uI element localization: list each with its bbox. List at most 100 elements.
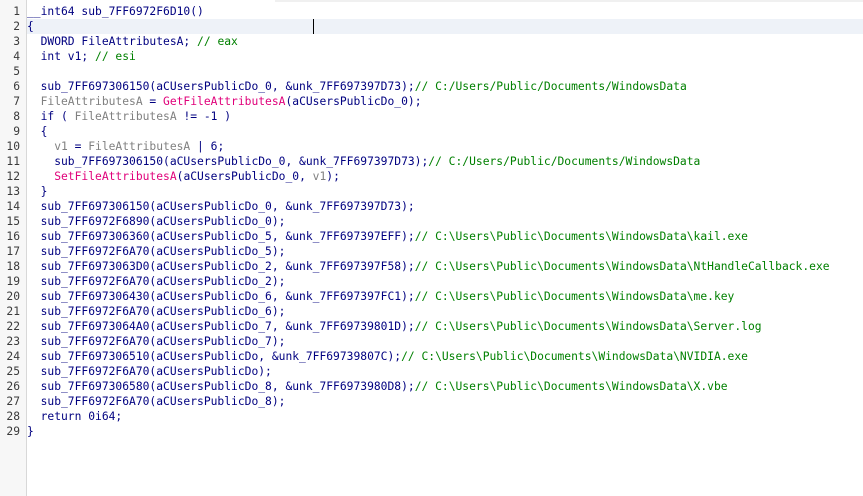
code-comment[interactable]: // C:\Users\Public\Documents\WindowsData… [415,290,735,303]
code-token[interactable]: != -1 ) [177,110,231,123]
code-token[interactable]: ); [326,170,340,183]
code-token[interactable]: } [27,185,48,198]
code-token[interactable]: return 0i64; [27,410,123,423]
code-function[interactable]: SetFileAttributesA [27,170,176,183]
code-line[interactable]: 11 sub_7FF697306150(aCUsersPublicDo_0, &… [0,154,863,169]
code-token[interactable]: sub_7FF697306430(aCUsersPublicDo_6, &unk… [27,290,415,303]
code-line[interactable]: 12 SetFileAttributesA(aCUsersPublicDo_0,… [0,169,863,184]
code-text[interactable]: FileAttributesA = GetFileAttributesA(aCU… [27,94,422,109]
code-line[interactable]: 22 sub_7FF6973064A0(aCUsersPublicDo_7, &… [0,319,863,334]
code-text[interactable]: sub_7FF697306150(aCUsersPublicDo_0, &unk… [27,199,415,214]
code-text[interactable]: sub_7FF697306430(aCUsersPublicDo_6, &unk… [27,289,735,304]
code-token[interactable]: sub_7FF6972F6A70(aCUsersPublicDo); [27,365,272,378]
code-line[interactable]: 15 sub_7FF6972F6890(aCUsersPublicDo_0); [0,214,863,229]
code-token[interactable]: sub_7FF697306510(aCUsersPublicDo, &unk_7… [27,350,401,363]
code-line[interactable]: 29} [0,424,863,439]
code-text[interactable]: sub_7FF697306150(aCUsersPublicDo_0, &unk… [27,154,700,169]
code-line[interactable]: 23 sub_7FF6972F6A70(aCUsersPublicDo_7); [0,334,863,349]
code-text[interactable]: sub_7FF697306510(aCUsersPublicDo, &unk_7… [27,349,748,364]
code-text[interactable]: SetFileAttributesA(aCUsersPublicDo_0, v1… [27,169,340,184]
code-token[interactable]: { [27,20,34,33]
code-line[interactable]: 28 return 0i64; [0,409,863,424]
code-line[interactable]: 16 sub_7FF697306360(aCUsersPublicDo_5, &… [0,229,863,244]
code-text[interactable]: int v1; // esi [27,49,136,64]
code-comment[interactable]: // C:\Users\Public\Documents\WindowsData… [415,260,830,273]
code-line[interactable]: 8 if ( FileAttributesA != -1 ) [0,109,863,124]
code-text[interactable]: sub_7FF6972F6A70(aCUsersPublicDo_2); [27,274,286,289]
code-text[interactable]: DWORD FileAttributesA; // eax [27,34,238,49]
code-line[interactable]: 18 sub_7FF6973063D0(aCUsersPublicDo_2, &… [0,259,863,274]
pseudocode-editor[interactable]: 1 __int64 sub_7FF6972F6D10() 2{3 DWORD Fil… [0,0,863,496]
code-text[interactable]: { [27,19,863,34]
code-token[interactable]: DWORD FileAttributesA; [27,35,197,48]
code-token[interactable]: = [143,95,163,108]
code-line[interactable]: 9 { [0,124,863,139]
code-token[interactable]: sub_7FF6973064A0(aCUsersPublicDo_7, &unk… [27,320,415,333]
code-token[interactable]: sub_7FF6972F6A70(aCUsersPublicDo_8); [27,395,286,408]
code-text[interactable]: v1 = FileAttributesA | 6; [27,139,224,154]
code-line[interactable]: 17 sub_7FF6972F6A70(aCUsersPublicDo_5); [0,244,863,259]
code-token[interactable]: sub_7FF697306580(aCUsersPublicDo_8, &unk… [27,380,415,393]
code-token[interactable]: int v1; [27,50,95,63]
code-line[interactable]: 5 [0,64,863,79]
code-text[interactable]: sub_7FF6972F6A70(aCUsersPublicDo_6); [27,304,286,319]
code-line[interactable]: 7 FileAttributesA = GetFileAttributesA(a… [0,94,863,109]
code-line[interactable]: 20 sub_7FF697306430(aCUsersPublicDo_6, &… [0,289,863,304]
code-line[interactable]: 10 v1 = FileAttributesA | 6; [0,139,863,154]
code-token[interactable]: sub_7FF6973063D0(aCUsersPublicDo_2, &unk… [27,260,415,273]
code-comment[interactable]: // eax [197,35,238,48]
code-text[interactable]: if ( FileAttributesA != -1 ) [27,109,231,124]
code-text[interactable]: } [27,424,34,439]
code-token[interactable]: sub_7FF697306150(aCUsersPublicDo_0, &unk… [27,200,415,213]
code-text[interactable]: return 0i64; [27,409,123,424]
code-variable[interactable]: v1 [27,140,68,153]
code-text[interactable]: sub_7FF697306360(aCUsersPublicDo_5, &unk… [27,229,748,244]
code-text[interactable]: { [27,124,48,139]
code-text[interactable]: sub_7FF697306150(aCUsersPublicDo_0, &unk… [27,79,687,94]
code-line[interactable]: 27 sub_7FF6972F6A70(aCUsersPublicDo_8); [0,394,863,409]
code-token[interactable]: (aCUsersPublicDo_0, [177,170,313,183]
code-token[interactable]: sub_7FF697306150(aCUsersPublicDo_0, &unk… [27,80,415,93]
code-comment[interactable]: // C:\Users\Public\Documents\WindowsData… [401,350,748,363]
code-token[interactable]: if ( [27,110,75,123]
code-line[interactable]: 4 int v1; // esi [0,49,863,64]
code-token[interactable]: { [27,125,48,138]
code-token[interactable]: sub_7FF6972F6890(aCUsersPublicDo_0); [27,215,286,228]
code-comment[interactable]: // C:\Users\Public\Documents\WindowsData… [415,320,762,333]
code-line[interactable]: 6 sub_7FF697306150(aCUsersPublicDo_0, &u… [0,79,863,94]
code-line[interactable]: 19 sub_7FF6972F6A70(aCUsersPublicDo_2); [0,274,863,289]
code-comment[interactable]: // esi [95,50,136,63]
code-text[interactable]: sub_7FF6972F6A70(aCUsersPublicDo_8); [27,394,286,409]
code-text[interactable]: sub_7FF6972F6A70(aCUsersPublicDo); [27,364,272,379]
code-token[interactable]: sub_7FF6972F6A70(aCUsersPublicDo_7); [27,335,286,348]
code-text[interactable]: __int64 sub_7FF6972F6D10() [27,4,204,19]
code-token[interactable]: sub_7FF6972F6A70(aCUsersPublicDo_2); [27,275,286,288]
code-line[interactable]: 26 sub_7FF697306580(aCUsersPublicDo_8, &… [0,379,863,394]
code-variable[interactable]: FileAttributesA [75,110,177,123]
code-text[interactable]: sub_7FF6972F6890(aCUsersPublicDo_0); [27,214,286,229]
code-variable[interactable]: FileAttributesA [88,140,190,153]
code-comment[interactable]: // C:\Users\Public\Documents\WindowsData… [415,230,748,243]
code-comment[interactable]: // C:/Users/Public/Documents/WindowsData [415,80,687,93]
code-text[interactable]: } [27,184,48,199]
code-token[interactable]: | 6; [190,140,224,153]
code-line[interactable]: 13 } [0,184,863,199]
code-line[interactable]: 14 sub_7FF697306150(aCUsersPublicDo_0, &… [0,199,863,214]
code-line[interactable]: 25 sub_7FF6972F6A70(aCUsersPublicDo); [0,364,863,379]
code-comment[interactable]: // C:\Users\Public\Documents\WindowsData… [415,380,728,393]
code-text[interactable]: sub_7FF6973063D0(aCUsersPublicDo_2, &unk… [27,259,830,274]
code-token[interactable]: sub_7FF697306150(aCUsersPublicDo_0, &unk… [27,155,428,168]
code-variable[interactable]: v1 [313,170,327,183]
code-token[interactable]: sub_7FF6972F6A70(aCUsersPublicDo_6); [27,305,286,318]
code-comment[interactable]: // C:/Users/Public/Documents/WindowsData [428,155,700,168]
code-function[interactable]: GetFileAttributesA [163,95,285,108]
code-token[interactable]: __int64 sub_7FF6972F6D10() [27,5,204,18]
code-line[interactable]: 24 sub_7FF697306510(aCUsersPublicDo, &un… [0,349,863,364]
code-text[interactable]: sub_7FF6972F6A70(aCUsersPublicDo_5); [27,244,286,259]
code-line[interactable]: 3 DWORD FileAttributesA; // eax [0,34,863,49]
code-text[interactable]: sub_7FF6972F6A70(aCUsersPublicDo_7); [27,334,286,349]
code-line[interactable]: 2{ [0,19,863,34]
code-line[interactable]: 21 sub_7FF6972F6A70(aCUsersPublicDo_6); [0,304,863,319]
code-token[interactable]: sub_7FF697306360(aCUsersPublicDo_5, &unk… [27,230,415,243]
code-token[interactable]: sub_7FF6972F6A70(aCUsersPublicDo_5); [27,245,286,258]
